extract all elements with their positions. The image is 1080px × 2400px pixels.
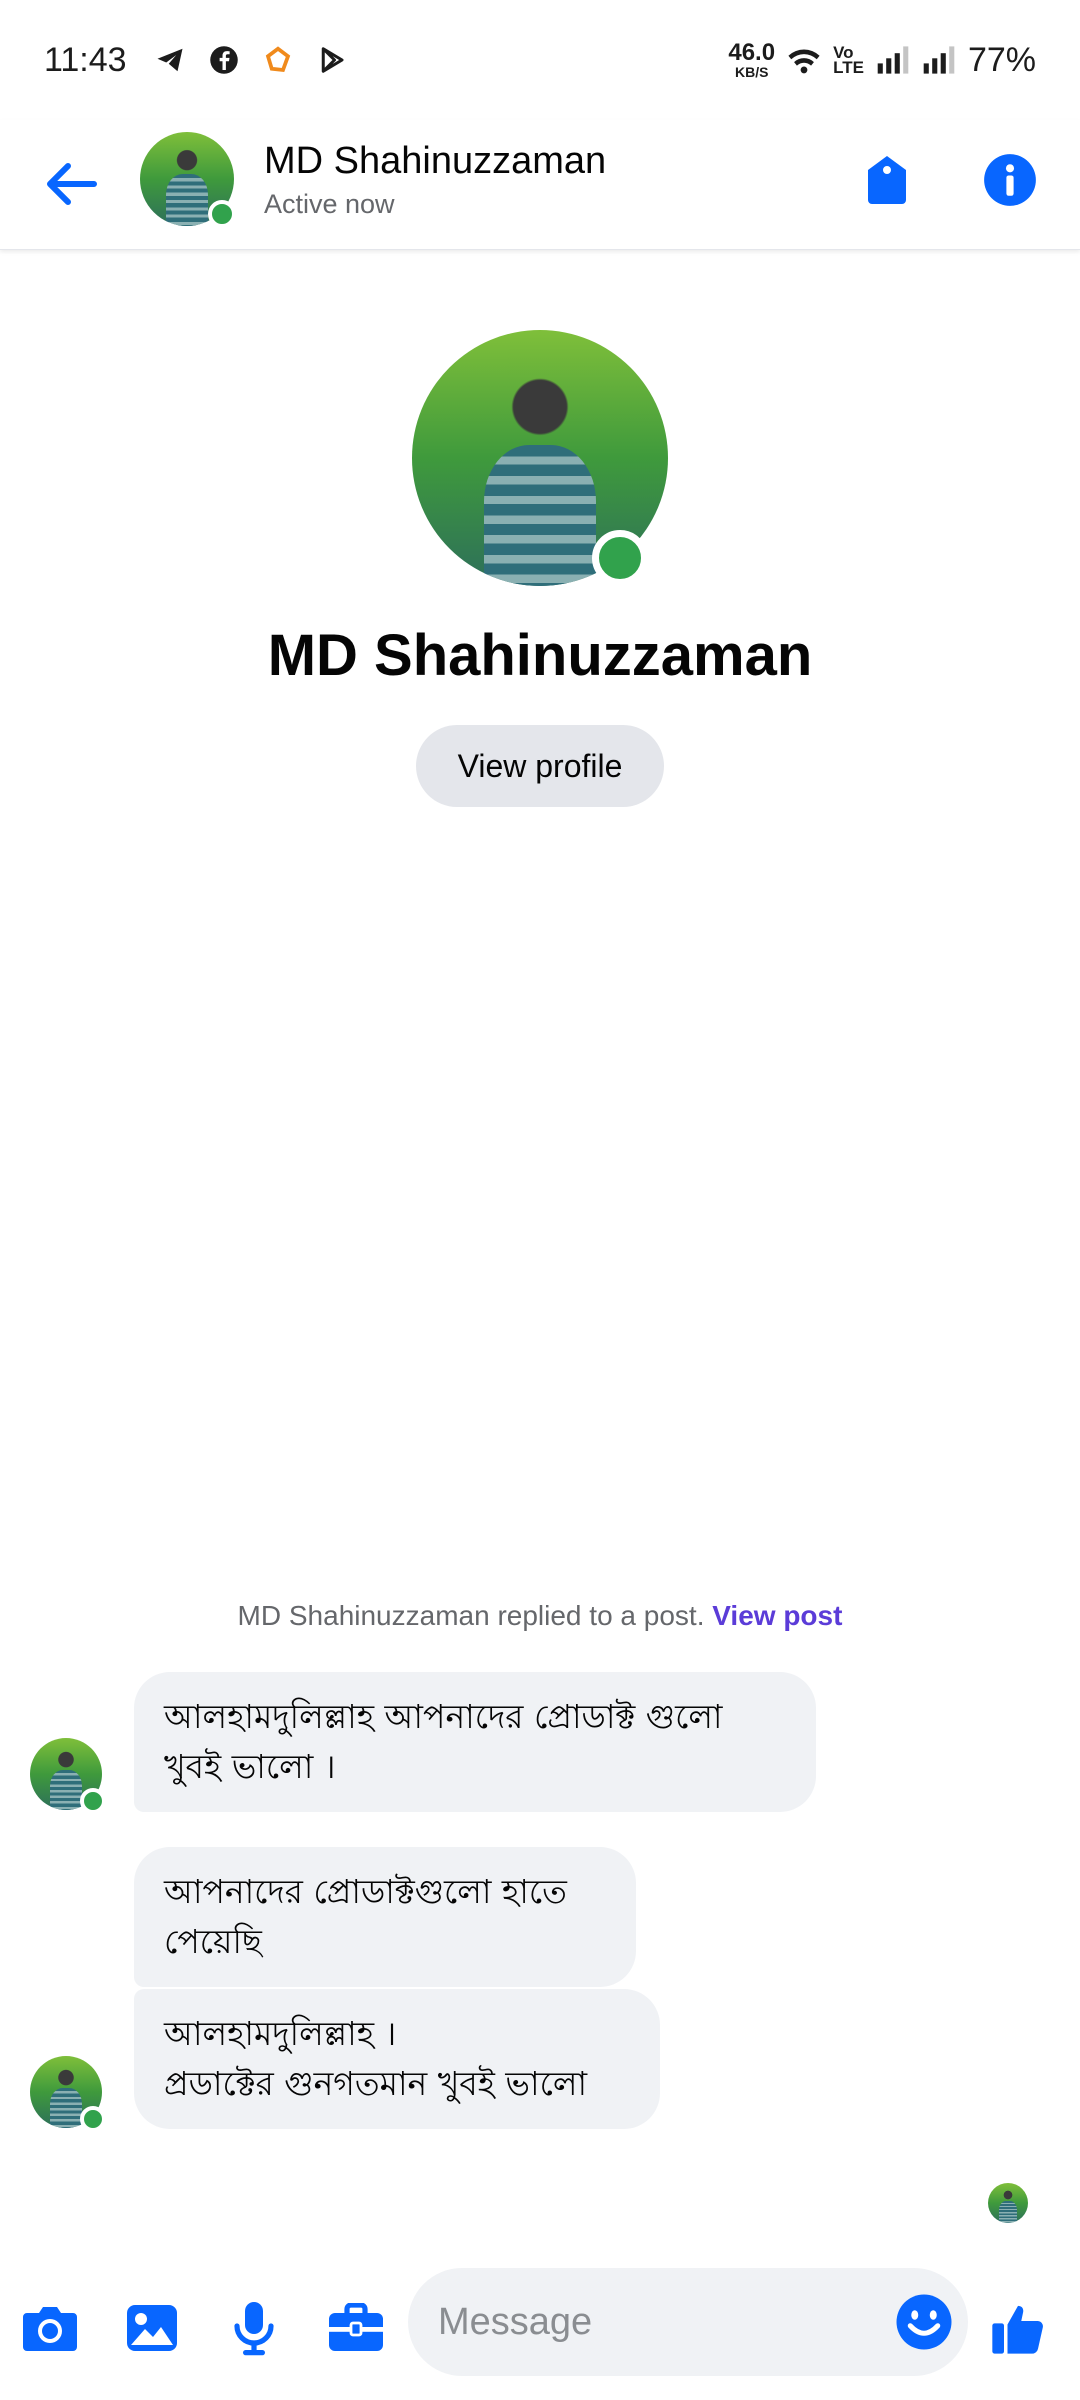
battery-level: 77% [967,40,1036,79]
business-tools-button[interactable] [324,2296,388,2360]
message-composer [0,2264,1080,2400]
play-store-icon [315,43,349,77]
message-bubble[interactable]: আলহামদুলিল্লাহ । প্রডাক্টের গুনগতমান খুব… [134,1989,660,2129]
seen-receipt-avatar [988,2183,1028,2223]
online-indicator [592,530,648,586]
reply-context-note: MD Shahinuzzaman replied to a post. View… [0,1600,1080,1632]
avatar [988,2183,1028,2223]
message-line: প্রডাক্টের গুনগতমান খুবই ভালো [164,2064,588,2103]
message-line: আলহামদুলিল্লাহ । [164,2014,397,2053]
network-speed-unit: KB/S [734,64,769,80]
network-speed-value: 46.0 [728,39,776,66]
briefcase-icon [329,2303,383,2351]
profile-name: MD Shahinuzzaman [267,623,813,688]
info-button[interactable] [978,148,1042,212]
back-arrow-icon [47,163,97,205]
app-notification-icon [261,43,295,77]
message-bubble[interactable]: আলহামদুলিল্লাহ আপনাদের প্রোডাক্ট গুলো খু… [134,1672,816,1812]
voice-button[interactable] [222,2296,286,2360]
profile-intro: MD Shahinuzzaman View profile [0,330,1080,807]
camera-icon [23,2307,77,2351]
message-avatar[interactable] [30,1738,106,1814]
view-profile-button[interactable]: View profile [415,725,665,807]
thumbs-up-icon [992,2305,1043,2354]
header-title-block[interactable]: MD Shahinuzzaman Active now [264,140,606,220]
telegram-icon [153,43,187,77]
emoji-icon [896,2294,952,2350]
profile-avatar[interactable] [412,330,668,586]
header-avatar[interactable] [140,132,236,228]
online-indicator [80,2106,106,2132]
message-box[interactable] [408,2268,968,2376]
signal-icon-sim1 [876,43,910,77]
view-post-link[interactable]: View post [712,1600,842,1631]
online-indicator [208,200,236,228]
chat-header: MD Shahinuzzaman Active now [0,120,1080,250]
status-time: 11:43 [44,40,127,79]
like-button[interactable] [986,2296,1050,2360]
microphone-icon [234,2302,274,2356]
facebook-icon [207,43,241,77]
message-input[interactable] [438,2268,878,2376]
status-right: 46.0 KB/S Vo LTE 77% [728,41,1036,80]
camera-button[interactable] [18,2296,82,2360]
status-left: 11:43 [44,41,349,80]
message-avatar[interactable] [30,2056,106,2132]
reply-note-text: MD Shahinuzzaman replied to a post. [237,1600,705,1631]
network-speed: 46.0 KB/S [728,39,776,80]
info-icon [984,154,1036,206]
gallery-button[interactable] [120,2296,184,2360]
signal-icon-sim2 [922,43,956,77]
wifi-icon [787,43,821,77]
image-icon [127,2305,177,2351]
active-status: Active now [264,189,395,219]
contact-name: MD Shahinuzzaman [264,140,607,182]
tag-icon [868,156,906,204]
back-button[interactable] [40,152,104,216]
emoji-button[interactable] [894,2292,954,2352]
label-button[interactable] [855,148,919,212]
messenger-chat-screen: 11:43 46.0 KB/S Vo LTE 77% MD Shahinuzza… [0,0,1080,2400]
volte-indicator: Vo LTE [833,44,864,77]
message-bubble[interactable]: আপনাদের প্রোডাক্টগুলো হাতে পেয়েছি [134,1847,636,1987]
online-indicator [80,1788,106,1814]
status-bar: 11:43 46.0 KB/S Vo LTE 77% [0,0,1080,120]
volte-bottom: LTE [833,58,864,77]
